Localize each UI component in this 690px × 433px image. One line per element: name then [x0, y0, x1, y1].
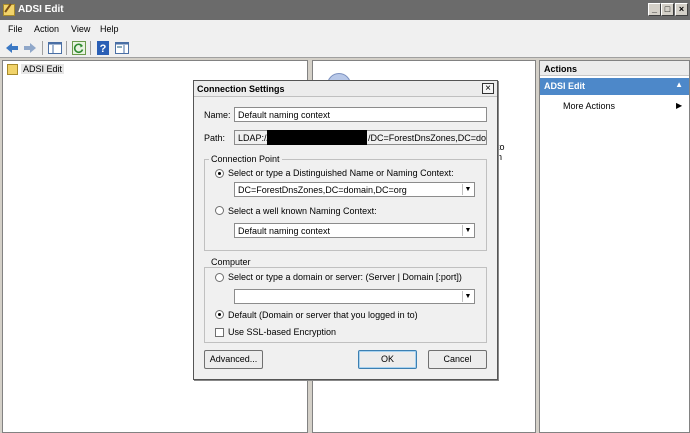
- actions-section-adsi-edit[interactable]: ADSI Edit ▲: [540, 78, 689, 95]
- name-label: Name:: [204, 110, 231, 120]
- redacted-block: [267, 130, 367, 145]
- advanced-button[interactable]: Advanced...: [204, 350, 263, 369]
- menu-bar: File Action View Help: [0, 20, 690, 38]
- chevron-down-icon[interactable]: ▼: [462, 291, 473, 302]
- ssl-label: Use SSL-based Encryption: [228, 327, 337, 337]
- well-known-context-select[interactable]: Default naming context ▼: [234, 223, 475, 238]
- computer-radio-option1[interactable]: [215, 273, 224, 282]
- menu-action[interactable]: Action: [34, 24, 59, 34]
- menu-help[interactable]: Help: [100, 24, 119, 34]
- window-title: ADSI Edit: [18, 4, 64, 15]
- help-icon[interactable]: ?: [95, 40, 111, 56]
- path-label: Path:: [204, 133, 226, 143]
- close-icon[interactable]: ×: [482, 83, 494, 94]
- naming-context-radio-option1[interactable]: [215, 169, 224, 178]
- server-combobox[interactable]: ▼: [234, 289, 475, 304]
- actions-section-label: ADSI Edit: [544, 81, 586, 91]
- computer-option2-label: Default (Domain or server that you logge…: [228, 310, 418, 320]
- name-field[interactable]: Default naming context: [234, 107, 487, 122]
- chevron-down-icon[interactable]: ▼: [462, 184, 473, 195]
- refresh-icon[interactable]: [71, 40, 87, 56]
- chevron-down-icon[interactable]: ▼: [462, 225, 473, 236]
- menu-view[interactable]: View: [71, 24, 90, 34]
- naming-context-option1-label: Select or type a Distinguished Name or N…: [228, 168, 454, 178]
- actions-pane: Actions ADSI Edit ▲ More Actions ▶: [539, 60, 690, 433]
- toolbar: ?: [0, 38, 690, 58]
- computer-radio-option2[interactable]: [215, 310, 224, 319]
- more-actions-item[interactable]: More Actions: [563, 101, 615, 111]
- svg-text:?: ?: [100, 43, 107, 55]
- actions-header: Actions: [540, 61, 689, 76]
- show-hide-console-tree-icon[interactable]: [47, 40, 63, 56]
- adsi-edit-node-icon: [7, 64, 18, 75]
- show-hide-action-pane-icon[interactable]: [114, 40, 130, 56]
- toolbar-separator: [90, 41, 91, 55]
- path-suffix: /DC=ForestDnsZones,DC=dom: [368, 133, 486, 143]
- adsi-edit-app-icon: [3, 4, 15, 16]
- toolbar-separator: [42, 41, 43, 55]
- well-known-context-value: Default naming context: [238, 226, 331, 236]
- path-prefix: LDAP://: [238, 133, 270, 143]
- ok-button[interactable]: OK: [358, 350, 417, 369]
- minimize-icon[interactable]: _: [648, 3, 661, 16]
- toolbar-separator: [66, 41, 67, 55]
- menu-file[interactable]: File: [8, 24, 23, 34]
- back-arrow-icon[interactable]: [4, 40, 20, 56]
- dialog-titlebar: Connection Settings ×: [194, 81, 497, 97]
- connection-point-legend: Connection Point: [209, 154, 282, 164]
- details-text-fragment: to: [497, 142, 505, 152]
- window-titlebar: ADSI Edit _ □ ×: [0, 0, 690, 20]
- naming-context-radio-option2[interactable]: [215, 206, 224, 215]
- cancel-button[interactable]: Cancel: [428, 350, 487, 369]
- distinguished-name-value: DC=ForestDnsZones,DC=domain,DC=org: [238, 185, 407, 195]
- collapse-up-icon[interactable]: ▲: [675, 80, 683, 89]
- ssl-checkbox[interactable]: [215, 328, 224, 337]
- forward-arrow-icon[interactable]: [22, 40, 38, 56]
- submenu-arrow-icon: ▶: [676, 101, 683, 110]
- close-window-icon[interactable]: ×: [675, 3, 688, 16]
- connection-settings-dialog: Connection Settings × Name: Default nami…: [193, 80, 498, 380]
- computer-option1-label: Select or type a domain or server: (Serv…: [228, 272, 462, 282]
- computer-legend: Computer: [209, 257, 253, 267]
- dialog-title: Connection Settings: [197, 84, 285, 94]
- distinguished-name-combobox[interactable]: DC=ForestDnsZones,DC=domain,DC=org ▼: [234, 182, 475, 197]
- naming-context-option2-label: Select a well known Naming Context:: [228, 206, 377, 216]
- tree-node-adsi-edit[interactable]: ADSI Edit: [21, 64, 65, 74]
- maximize-icon[interactable]: □: [661, 3, 674, 16]
